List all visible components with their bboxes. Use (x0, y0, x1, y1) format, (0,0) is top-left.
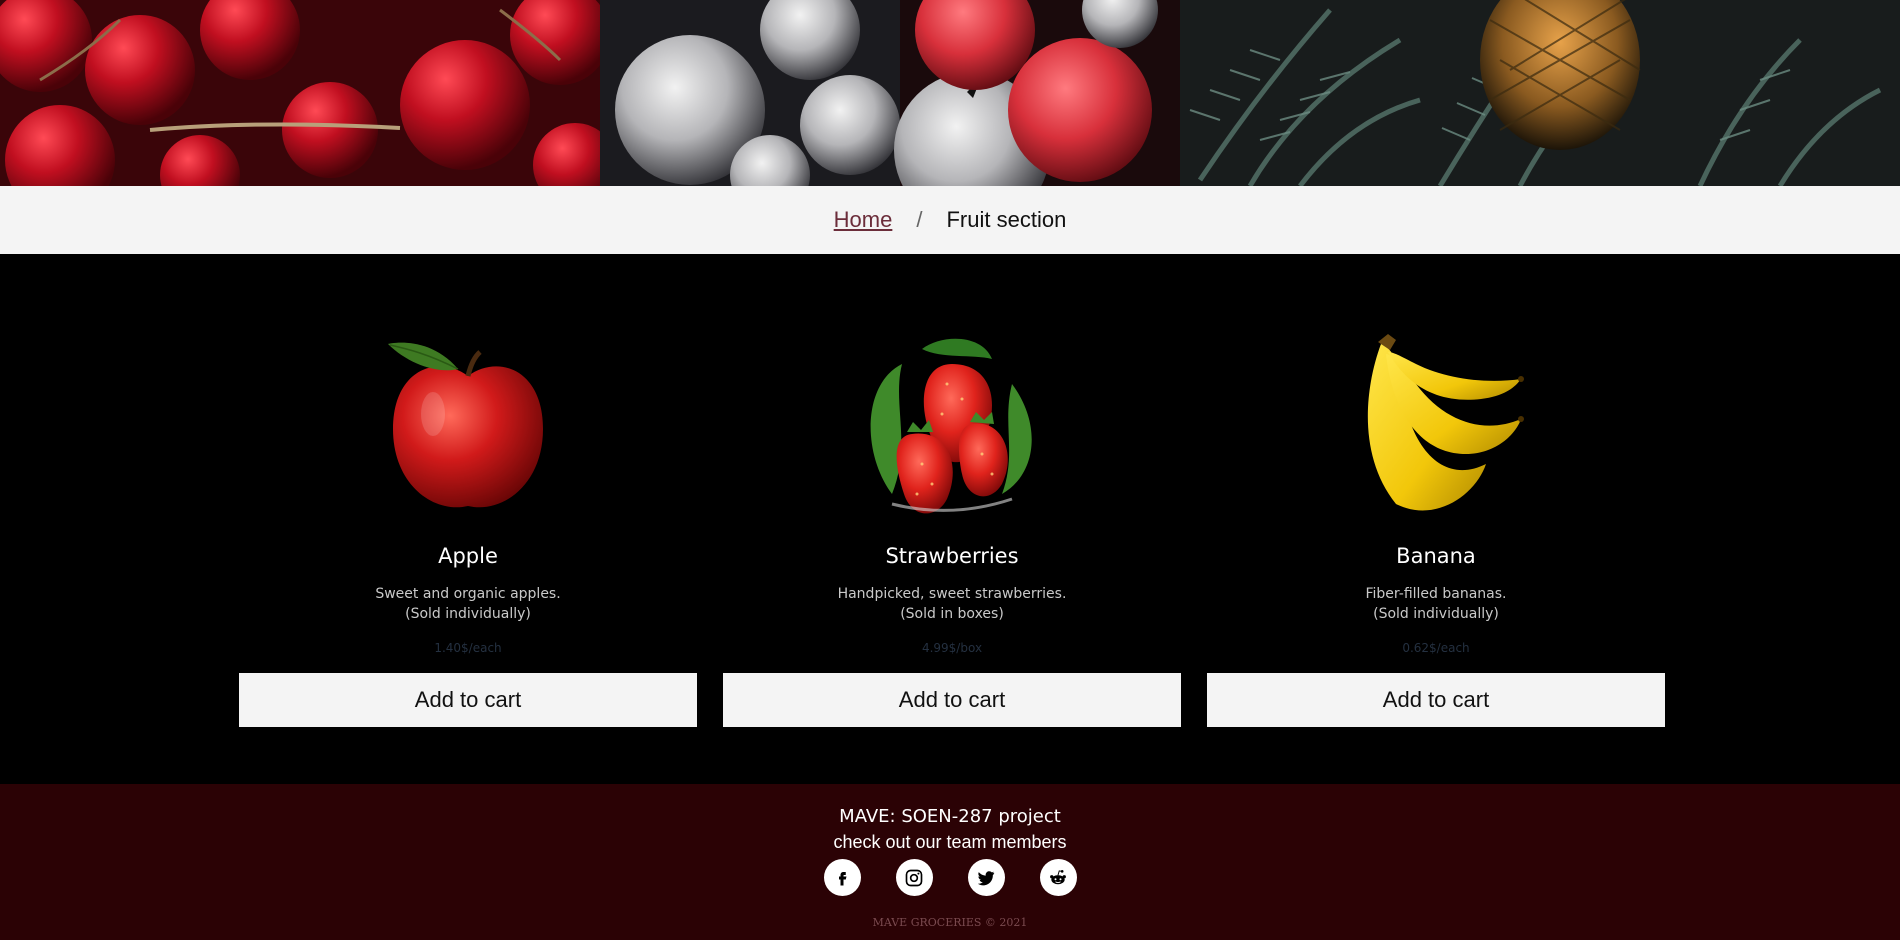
reddit-link[interactable] (1039, 859, 1077, 896)
product-card-apple: Apple Sweet and organic apples. (Sold in… (239, 254, 697, 784)
footer-copyright: MAVE GROCERIES © 2021 (872, 916, 1028, 929)
instagram-link[interactable] (895, 859, 933, 896)
product-description: Fiber-filled bananas. (Sold individually… (1207, 584, 1665, 624)
product-card-banana: Banana Fiber-filled bananas. (Sold indiv… (1207, 254, 1665, 784)
social-links (0, 859, 1900, 896)
instagram-icon (905, 869, 923, 886)
fruit-banner-image (0, 0, 1900, 186)
footer: MAVE: SOEN-287 project check out our tea… (0, 784, 1900, 940)
product-description-line: (Sold individually) (405, 606, 531, 622)
add-to-cart-button[interactable]: Add to cart (239, 673, 697, 727)
breadcrumb-current: Fruit section (946, 207, 1067, 232)
twitter-link[interactable] (967, 859, 1005, 896)
twitter-icon (977, 870, 995, 885)
add-to-cart-button[interactable]: Add to cart (1207, 673, 1665, 727)
product-name: Apple (438, 544, 498, 568)
breadcrumb: Home / Fruit section (0, 186, 1900, 254)
product-card-strawberries: Strawberries Handpicked, sweet strawberr… (723, 254, 1181, 784)
add-to-cart-button[interactable]: Add to cart (723, 673, 1181, 727)
hero-banner (0, 0, 1900, 186)
product-price: 0.62$/each (1402, 641, 1470, 655)
footer-project-title: MAVE: SOEN-287 project (839, 806, 1061, 827)
product-description-line: Fiber-filled bananas. (1365, 586, 1507, 602)
product-name: Banana (1396, 544, 1476, 568)
product-name: Strawberries (885, 544, 1019, 568)
product-description: Handpicked, sweet strawberries. (Sold in… (723, 584, 1181, 624)
breadcrumb-separator: / (916, 207, 923, 232)
apple-image (368, 324, 568, 524)
strawberries-image (852, 324, 1052, 524)
facebook-icon (839, 871, 847, 885)
product-description-line: (Sold in boxes) (900, 606, 1004, 622)
product-description-line: Sweet and organic apples. (375, 586, 561, 602)
banana-image (1336, 324, 1536, 524)
product-description-line: (Sold individually) (1373, 606, 1499, 622)
breadcrumb-home-link[interactable]: Home (834, 207, 893, 233)
product-price: 4.99$/box (921, 641, 983, 655)
reddit-icon (1050, 869, 1066, 884)
product-grid: Apple Sweet and organic apples. (Sold in… (0, 254, 1900, 784)
product-price: 1.40$/each (434, 641, 502, 655)
facebook-link[interactable] (823, 859, 861, 896)
product-description-line: Handpicked, sweet strawberries. (837, 586, 1067, 602)
product-description: Sweet and organic apples. (Sold individu… (239, 584, 697, 624)
footer-team-text: check out our team members (833, 832, 1067, 852)
